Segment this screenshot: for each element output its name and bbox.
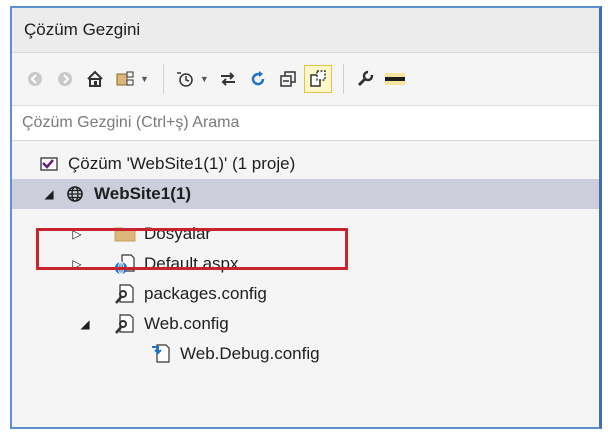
collapsed-arrow-icon[interactable]: ▷ [70,227,84,241]
tree-row-packages-config[interactable]: packages.config [12,279,599,309]
collapsed-arrow-icon[interactable]: ▷ [70,257,84,271]
solution-explorer-panel: Çözüm Gezgini ▼ ▼ Çözüm Gezgini (Ctrl+ş)… [10,6,602,429]
config-transform-icon [150,343,172,365]
search-input[interactable]: Çözüm Gezgini (Ctrl+ş) Arama [12,106,599,141]
tree-item-label: Web.config [144,314,229,333]
toolbar: ▼ ▼ [12,53,599,106]
toolbar-separator [342,64,344,94]
properties-icon[interactable] [352,66,378,92]
switch-views-icon[interactable] [112,66,138,92]
home-icon[interactable] [82,66,108,92]
tree-row-web-config[interactable]: ◢ Web.config [12,309,599,339]
expanded-arrow-icon[interactable]: ◢ [42,187,56,201]
tree-row-default-aspx[interactable]: ▷ Default.aspx [12,249,599,279]
tree-row-dosyalar[interactable]: ▷ Dosyalar [12,219,599,249]
sync-icon[interactable] [215,66,241,92]
chevron-down-icon[interactable]: ▼ [140,74,149,84]
panel-title: Çözüm Gezgini [12,8,599,53]
tree-item-label: Dosyalar [144,224,212,243]
config-file-icon [114,313,136,335]
expanded-arrow-icon[interactable]: ◢ [78,317,92,331]
tree-row-web-debug-config[interactable]: Web.Debug.config [12,339,599,369]
solution-tree: Çözüm 'WebSite1(1)' (1 proje) ◢ WebSite1… [12,141,599,427]
chevron-down-icon[interactable]: ▼ [200,74,209,84]
forward-icon[interactable] [52,66,78,92]
aspx-file-icon [114,253,136,275]
refresh-icon[interactable] [245,66,271,92]
collapse-all-icon[interactable] [275,66,301,92]
tree-item-label: Web.Debug.config [180,344,320,363]
tree-row-project[interactable]: ◢ WebSite1(1) [12,179,599,209]
website-globe-icon [64,183,86,205]
toolbar-separator [162,64,164,94]
preview-icon[interactable] [382,66,408,92]
show-all-files-icon[interactable] [303,65,332,93]
tree-row-solution[interactable]: Çözüm 'WebSite1(1)' (1 proje) [12,149,599,179]
project-label: WebSite1(1) [94,184,191,203]
solution-label: Çözüm 'WebSite1(1)' (1 proje) [68,154,296,173]
tree-item-label: packages.config [144,284,267,303]
folder-icon [114,223,136,245]
visual-studio-solution-icon [38,153,60,175]
tree-item-label: Default.aspx [144,254,239,273]
pending-changes-icon[interactable] [172,66,198,92]
back-icon[interactable] [22,66,48,92]
config-file-icon [114,283,136,305]
